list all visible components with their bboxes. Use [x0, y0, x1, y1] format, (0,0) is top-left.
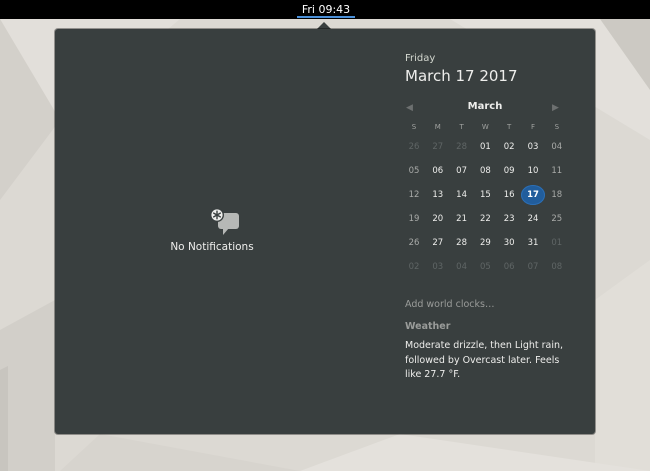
calendar-day-other-month[interactable]: 28 — [450, 137, 474, 157]
calendar-day-other-month[interactable]: 27 — [426, 137, 450, 157]
calendar-day[interactable]: 17 — [521, 185, 545, 205]
full-date-label: March 17 2017 — [405, 67, 518, 85]
calendar-day[interactable]: 25 — [545, 209, 569, 229]
calendar-day[interactable]: 21 — [450, 209, 474, 229]
calendar-pane: Friday March 17 2017 ◀ March ▶ S M T W T F S 26… — [405, 29, 595, 434]
top-bar: Fri 09:43 — [0, 0, 650, 19]
clock-active-indicator — [297, 16, 355, 18]
add-world-clocks-link[interactable]: Add world clocks… — [405, 299, 494, 310]
next-month-icon[interactable]: ▶ — [552, 101, 564, 115]
day-header: F — [530, 123, 536, 131]
weather-heading: Weather — [405, 321, 451, 332]
calendar-day[interactable]: 14 — [450, 185, 474, 205]
calendar-day-other-month[interactable]: 26 — [402, 137, 426, 157]
notification-list: No Notifications — [55, 29, 390, 434]
day-header: S — [554, 123, 560, 131]
day-header: W — [481, 123, 489, 131]
calendar-day[interactable]: 11 — [545, 161, 569, 181]
calendar-day[interactable]: 30 — [497, 233, 521, 253]
calendar-day-other-month[interactable]: 01 — [545, 233, 569, 253]
calendar-day[interactable]: 01 — [473, 137, 497, 157]
calendar-day[interactable]: 04 — [545, 137, 569, 157]
calendar-day[interactable]: 26 — [402, 233, 426, 253]
date-menu-popover: No Notifications Friday March 17 2017 ◀ … — [55, 29, 595, 434]
calendar-day[interactable]: 13 — [426, 185, 450, 205]
calendar-day[interactable]: 08 — [473, 161, 497, 181]
calendar-day[interactable]: 29 — [473, 233, 497, 253]
weather-description: Moderate drizzle, then Light rain, follo… — [405, 340, 564, 380]
weekday-label: Friday — [405, 53, 436, 64]
calendar-day[interactable]: 06 — [426, 161, 450, 181]
calendar-day-other-month[interactable]: 08 — [545, 257, 569, 277]
calendar-day[interactable]: 05 — [402, 161, 426, 181]
previous-month-icon[interactable]: ◀ — [406, 101, 418, 115]
calendar-day[interactable]: 24 — [521, 209, 545, 229]
calendar-day-other-month[interactable]: 02 — [402, 257, 426, 277]
day-header: M — [434, 123, 441, 131]
calendar-day-other-month[interactable]: 07 — [521, 257, 545, 277]
calendar-day[interactable]: 09 — [497, 161, 521, 181]
calendar-day-other-month[interactable]: 06 — [497, 257, 521, 277]
calendar-day[interactable]: 16 — [497, 185, 521, 205]
calendar-day-other-month[interactable]: 03 — [426, 257, 450, 277]
no-notifications-icon — [210, 208, 239, 235]
calendar-day[interactable]: 07 — [450, 161, 474, 181]
calendar-day[interactable]: 20 — [426, 209, 450, 229]
calendar-day[interactable]: 23 — [497, 209, 521, 229]
day-header: T — [459, 123, 464, 131]
calendar-day[interactable]: 22 — [473, 209, 497, 229]
calendar-day[interactable]: 15 — [473, 185, 497, 205]
calendar-day[interactable]: 18 — [545, 185, 569, 205]
calendar-day[interactable]: 28 — [450, 233, 474, 253]
calendar-day[interactable]: 19 — [402, 209, 426, 229]
calendar-day[interactable]: 03 — [521, 137, 545, 157]
calendar-day-other-month[interactable]: 05 — [473, 257, 497, 277]
calendar-day-other-month[interactable]: 04 — [450, 257, 474, 277]
calendar-day[interactable]: 12 — [402, 185, 426, 205]
calendar-day[interactable]: 27 — [426, 233, 450, 253]
calendar-day[interactable]: 10 — [521, 161, 545, 181]
no-notifications-label: No Notifications — [170, 241, 254, 253]
month-label: March — [467, 101, 503, 112]
day-header: S — [411, 123, 417, 131]
calendar-day[interactable]: 31 — [521, 233, 545, 253]
calendar-day[interactable]: 02 — [497, 137, 521, 157]
day-header: T — [507, 123, 512, 131]
